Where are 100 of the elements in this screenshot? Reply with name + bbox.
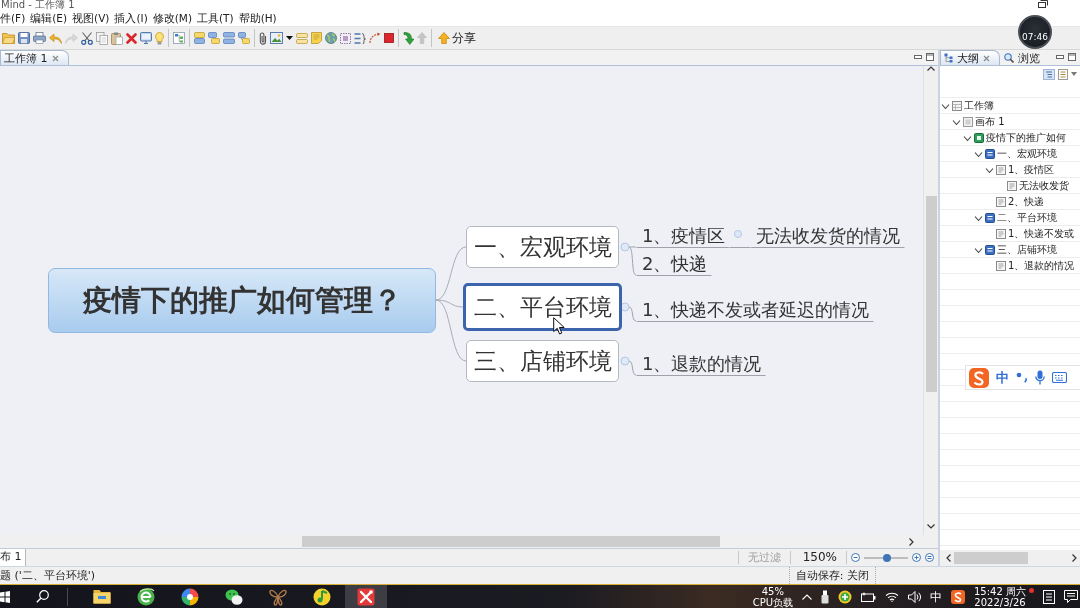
chevron-down-icon[interactable]: [927, 524, 935, 529]
chevron-down-icon[interactable]: [985, 165, 994, 175]
maximize-icon[interactable]: [926, 53, 934, 61]
document-icon[interactable]: [1043, 589, 1055, 604]
scrollbar-thumb[interactable]: [302, 536, 720, 547]
caret-down-icon[interactable]: [286, 36, 293, 40]
start-icon[interactable]: [0, 590, 10, 603]
taskbar-app-button[interactable]: [345, 585, 387, 608]
tree-item[interactable]: 三、店铺环境: [940, 242, 1080, 258]
floating-topic-icon[interactable]: [223, 32, 235, 44]
notification-icon[interactable]: [1064, 590, 1078, 603]
chevron-down-icon[interactable]: [952, 117, 961, 127]
paperclip-icon[interactable]: [259, 31, 267, 45]
menu-item[interactable]: 插入(I): [114, 11, 148, 25]
zoom-out-icon[interactable]: [851, 553, 860, 562]
main-topic[interactable]: 三、店铺环境: [466, 340, 619, 382]
subtopic[interactable]: 1、快递不发或者延迟的情况: [636, 298, 875, 322]
menu-item[interactable]: 件(F): [0, 11, 26, 25]
close-icon[interactable]: [983, 54, 990, 62]
vertical-scrollbar[interactable]: [923, 66, 938, 535]
curved-arrow-down-icon[interactable]: [403, 31, 414, 45]
minimize-icon[interactable]: [1056, 55, 1064, 59]
central-topic[interactable]: 疫情下的推广如何管理？: [48, 268, 436, 333]
chevron-right-icon[interactable]: [909, 537, 914, 546]
keyboard-icon[interactable]: [1052, 372, 1067, 383]
monitor-icon[interactable]: [140, 32, 152, 44]
tree-item[interactable]: 1、快递不发或: [940, 226, 1080, 242]
tree-item[interactable]: 1、疫情区: [940, 162, 1080, 178]
minimize-icon[interactable]: [914, 55, 922, 59]
menu-item[interactable]: 帮助(H): [238, 11, 277, 25]
plus-circle-icon[interactable]: [838, 589, 852, 604]
list-view-icon[interactable]: [1058, 68, 1068, 80]
lightbulb-icon[interactable]: [155, 31, 164, 45]
scrollbar-thumb[interactable]: [954, 552, 1028, 564]
zoom-fit-icon[interactable]: [925, 553, 934, 562]
image-icon[interactable]: [270, 32, 283, 44]
globe-icon[interactable]: [325, 32, 337, 44]
menu-item[interactable]: 视图(V): [72, 11, 110, 25]
chevron-down-icon[interactable]: [963, 133, 972, 143]
clock-date: 2022/3/26: [974, 596, 1026, 608]
chevron-right-icon[interactable]: [1072, 554, 1077, 562]
tree-item[interactable]: 1、退款的情况: [940, 258, 1080, 274]
chevron-down-icon[interactable]: [974, 213, 983, 223]
chevron-left-icon[interactable]: [946, 554, 951, 562]
logo-icon[interactable]: [951, 589, 965, 604]
tree-item[interactable]: 画布 1: [940, 114, 1080, 130]
sheet-tab[interactable]: 布 1: [0, 549, 26, 566]
maximize-icon[interactable]: [1068, 53, 1076, 61]
branch-dot-icon[interactable]: [620, 242, 630, 252]
tree-item[interactable]: 2、快递: [940, 194, 1080, 210]
microphone-icon[interactable]: [1035, 370, 1045, 385]
search-icon[interactable]: [36, 590, 49, 603]
chevron-down-icon[interactable]: [974, 149, 983, 159]
subtopic[interactable]: 1、退款的情况: [636, 352, 767, 376]
branch-dot-icon[interactable]: [734, 230, 743, 238]
menu-item[interactable]: 工具(T): [197, 11, 234, 25]
scissors-icon[interactable]: [81, 31, 93, 45]
wifi-icon[interactable]: [885, 591, 899, 602]
usb-drive-icon[interactable]: [821, 589, 829, 604]
boundary-icon[interactable]: [340, 32, 351, 44]
chevron-down-icon[interactable]: [974, 245, 983, 255]
chevron-down-icon[interactable]: [941, 101, 950, 111]
menu-item[interactable]: 修改(M): [152, 11, 192, 25]
zoom-in-icon[interactable]: [912, 553, 921, 562]
close-icon[interactable]: [51, 54, 59, 62]
tree-item[interactable]: 疫情下的推广如何: [940, 130, 1080, 146]
panel-tab[interactable]: 浏览: [1000, 50, 1050, 65]
input-mode-toggle[interactable]: 中: [996, 370, 1009, 385]
tree-item[interactable]: 二、平台环境: [940, 210, 1080, 226]
speaker-icon[interactable]: [908, 590, 921, 603]
menu-item[interactable]: 编辑(E): [30, 11, 68, 25]
main-topic[interactable]: 一、宏观环境: [466, 226, 619, 268]
subtopic-icon[interactable]: [208, 32, 220, 44]
subtopic[interactable]: 1、疫情区: [636, 224, 731, 248]
scrollbar-thumb[interactable]: [925, 196, 937, 392]
printer-icon[interactable]: [33, 32, 46, 44]
editor-tab[interactable]: 工作簿 1: [0, 50, 69, 65]
callout-icon[interactable]: [238, 32, 250, 44]
subtopic[interactable]: 无法收发货的情况: [750, 224, 906, 248]
clipboard-icon[interactable]: [111, 31, 123, 45]
slider-thumb[interactable]: [882, 553, 891, 562]
battery-icon[interactable]: [861, 591, 876, 602]
tree-item[interactable]: 工作簿: [940, 98, 1080, 114]
structure-icon[interactable]: [173, 32, 185, 44]
chevron-up-icon[interactable]: [927, 66, 935, 71]
input-language-indicator[interactable]: 中: [930, 589, 942, 604]
delete-icon[interactable]: [126, 32, 137, 44]
share-button[interactable]: 分享: [436, 29, 478, 47]
tree-item[interactable]: 无法收发货: [940, 178, 1080, 194]
subtopic[interactable]: 2、快递: [636, 252, 713, 276]
main-topic[interactable]: 二、平台环境: [463, 283, 622, 331]
panel-tab[interactable]: 大纲: [940, 50, 1000, 65]
branch-dot-icon[interactable]: [620, 356, 630, 366]
summary-icon[interactable]: [354, 32, 366, 44]
relationship-icon[interactable]: [369, 32, 381, 44]
branch-dot-icon[interactable]: [620, 302, 630, 312]
tree-item[interactable]: 一、宏观环境: [940, 146, 1080, 162]
tree-view-icon[interactable]: [1043, 68, 1055, 80]
punctuation-icon[interactable]: [1016, 372, 1028, 383]
restore-window-icon[interactable]: [1038, 0, 1048, 8]
